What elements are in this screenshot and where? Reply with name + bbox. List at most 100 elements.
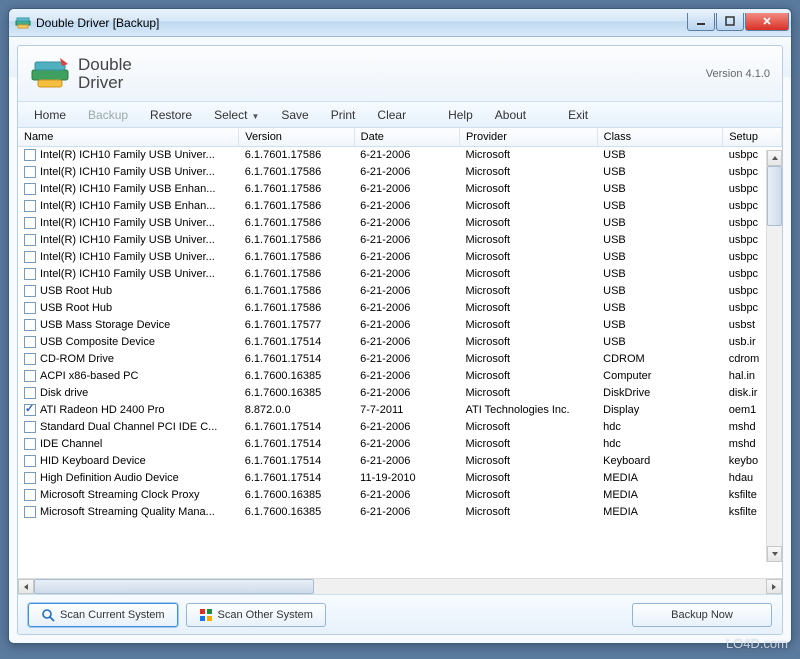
driver-provider: Microsoft <box>459 232 597 249</box>
driver-list: Name Version Date Provider Class Setup I… <box>18 128 782 594</box>
table-row[interactable]: Disk drive6.1.7600.163856-21-2006Microso… <box>18 385 782 402</box>
horizontal-scrollbar[interactable] <box>18 578 782 594</box>
scroll-right-arrow-icon[interactable] <box>766 579 782 594</box>
row-checkbox[interactable] <box>24 353 36 365</box>
scroll-left-arrow-icon[interactable] <box>18 579 34 594</box>
table-row[interactable]: USB Root Hub6.1.7601.175866-21-2006Micro… <box>18 300 782 317</box>
scan-current-system-button[interactable]: Scan Current System <box>28 603 178 627</box>
backup-now-button[interactable]: Backup Now <box>632 603 772 627</box>
menu-help[interactable]: Help <box>438 105 483 125</box>
driver-date: 6-21-2006 <box>354 181 459 198</box>
scroll-up-arrow-icon[interactable] <box>767 150 782 166</box>
driver-version: 6.1.7601.17586 <box>239 232 354 249</box>
row-checkbox[interactable] <box>24 506 36 518</box>
table-row[interactable]: HID Keyboard Device6.1.7601.175146-21-20… <box>18 453 782 470</box>
menu-exit[interactable]: Exit <box>558 105 598 125</box>
row-checkbox[interactable] <box>24 149 36 161</box>
menu-restore[interactable]: Restore <box>140 105 202 125</box>
row-checkbox[interactable] <box>24 268 36 280</box>
row-checkbox[interactable] <box>24 404 36 416</box>
row-checkbox[interactable] <box>24 438 36 450</box>
driver-provider: Microsoft <box>459 385 597 402</box>
driver-class: Display <box>597 402 723 419</box>
table-row[interactable]: ATI Radeon HD 2400 Pro8.872.0.07-7-2011A… <box>18 402 782 419</box>
driver-provider: Microsoft <box>459 453 597 470</box>
driver-provider: ATI Technologies Inc. <box>459 402 597 419</box>
col-header-provider[interactable]: Provider <box>459 128 597 147</box>
table-row[interactable]: USB Root Hub6.1.7601.175866-21-2006Micro… <box>18 283 782 300</box>
horizontal-scroll-track[interactable] <box>34 579 766 594</box>
vertical-scroll-thumb[interactable] <box>767 166 782 226</box>
driver-name: Intel(R) ICH10 Family USB Univer... <box>40 166 215 178</box>
table-row[interactable]: CD-ROM Drive6.1.7601.175146-21-2006Micro… <box>18 351 782 368</box>
table-row[interactable]: IDE Channel6.1.7601.175146-21-2006Micros… <box>18 436 782 453</box>
col-header-setup[interactable]: Setup <box>723 128 782 147</box>
row-checkbox[interactable] <box>24 234 36 246</box>
close-button[interactable] <box>745 13 789 31</box>
titlebar[interactable]: Double Driver [Backup] <box>9 9 791 37</box>
menu-select[interactable]: Select▼ <box>204 105 269 125</box>
table-row[interactable]: Standard Dual Channel PCI IDE C...6.1.76… <box>18 419 782 436</box>
row-checkbox[interactable] <box>24 489 36 501</box>
content-frame: Double Driver Version 4.1.0 Home Backup … <box>17 45 783 635</box>
driver-provider: Microsoft <box>459 198 597 215</box>
table-row[interactable]: Intel(R) ICH10 Family USB Univer...6.1.7… <box>18 232 782 249</box>
row-checkbox[interactable] <box>24 302 36 314</box>
driver-version: 6.1.7601.17586 <box>239 198 354 215</box>
driver-version: 6.1.7600.16385 <box>239 368 354 385</box>
table-row[interactable]: Intel(R) ICH10 Family USB Univer...6.1.7… <box>18 147 782 164</box>
row-checkbox[interactable] <box>24 370 36 382</box>
row-checkbox[interactable] <box>24 183 36 195</box>
table-row[interactable]: Intel(R) ICH10 Family USB Univer... 6.1.7… <box>18 164 782 181</box>
col-header-name[interactable]: Name <box>18 128 239 147</box>
col-header-date[interactable]: Date <box>354 128 459 147</box>
driver-date: 6-21-2006 <box>354 300 459 317</box>
menu-home[interactable]: Home <box>24 105 76 125</box>
driver-version: 6.1.7600.16385 <box>239 504 354 521</box>
menu-print[interactable]: Print <box>321 105 366 125</box>
maximize-button[interactable] <box>716 13 744 31</box>
table-row[interactable]: Microsoft Streaming Quality Mana...6.1.7… <box>18 504 782 521</box>
table-row[interactable]: Intel(R) ICH10 Family USB Univer...6.1.7… <box>18 215 782 232</box>
vertical-scrollbar[interactable] <box>766 150 782 562</box>
col-header-version[interactable]: Version <box>239 128 354 147</box>
scroll-down-arrow-icon[interactable] <box>767 546 782 562</box>
table-row[interactable]: Intel(R) ICH10 Family USB Univer...6.1.7… <box>18 266 782 283</box>
row-checkbox[interactable] <box>24 251 36 263</box>
driver-version: 6.1.7601.17586 <box>239 164 354 181</box>
table-row[interactable]: ACPI x86-based PC6.1.7600.163856-21-2006… <box>18 368 782 385</box>
col-header-class[interactable]: Class <box>597 128 723 147</box>
table-row[interactable]: High Definition Audio Device6.1.7601.175… <box>18 470 782 487</box>
driver-version: 6.1.7601.17586 <box>239 300 354 317</box>
driver-table: Name Version Date Provider Class Setup I… <box>18 128 782 521</box>
driver-class: USB <box>597 232 723 249</box>
driver-class: USB <box>597 334 723 351</box>
row-checkbox[interactable] <box>24 421 36 433</box>
menu-clear[interactable]: Clear <box>367 105 416 125</box>
driver-version: 6.1.7601.17514 <box>239 419 354 436</box>
table-row[interactable]: USB Composite Device6.1.7601.175146-21-2… <box>18 334 782 351</box>
row-checkbox[interactable] <box>24 217 36 229</box>
row-checkbox[interactable] <box>24 319 36 331</box>
driver-name: CD-ROM Drive <box>40 353 114 365</box>
row-checkbox[interactable] <box>24 285 36 297</box>
row-checkbox[interactable] <box>24 200 36 212</box>
scan-other-system-button[interactable]: Scan Other System <box>186 603 326 627</box>
horizontal-scroll-thumb[interactable] <box>34 579 314 594</box>
table-row[interactable]: Intel(R) ICH10 Family USB Univer...6.1.7… <box>18 249 782 266</box>
row-checkbox[interactable] <box>24 387 36 399</box>
menu-backup: Backup <box>78 105 138 125</box>
row-checkbox[interactable] <box>24 455 36 467</box>
driver-date: 6-21-2006 <box>354 419 459 436</box>
table-row[interactable]: Microsoft Streaming Clock Proxy6.1.7600.… <box>18 487 782 504</box>
row-checkbox[interactable] <box>24 472 36 484</box>
driver-version: 6.1.7601.17586 <box>239 283 354 300</box>
table-row[interactable]: USB Mass Storage Device6.1.7601.175776-2… <box>18 317 782 334</box>
menu-about[interactable]: About <box>485 105 536 125</box>
menu-save[interactable]: Save <box>271 105 318 125</box>
table-row[interactable]: Intel(R) ICH10 Family USB Enhan...6.1.76… <box>18 181 782 198</box>
row-checkbox[interactable] <box>24 336 36 348</box>
minimize-button[interactable] <box>687 13 715 31</box>
row-checkbox[interactable] <box>24 166 36 178</box>
table-row[interactable]: Intel(R) ICH10 Family USB Enhan...6.1.76… <box>18 198 782 215</box>
